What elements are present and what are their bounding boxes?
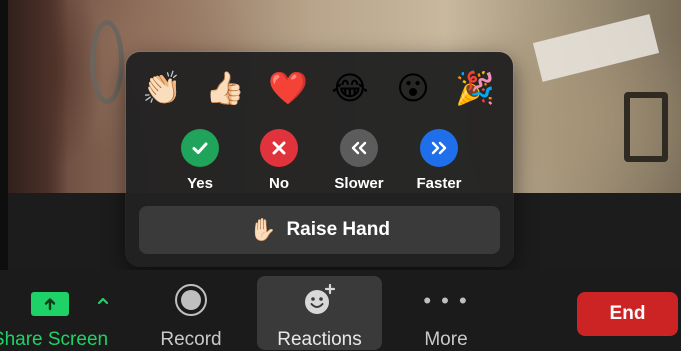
video-background-paper [532,14,660,82]
rewind-icon [340,129,378,167]
feedback-slower-button[interactable]: Slower [319,129,399,199]
feedback-no-button[interactable]: No [239,129,319,199]
end-meeting-button[interactable]: End [577,292,678,336]
raised-hand-icon: ✋🏻 [249,217,277,242]
fast-forward-icon [420,129,458,167]
share-screen-up-arrow-icon [31,292,69,316]
party-popper-icon[interactable]: 🎉 [453,66,497,110]
surprised-face-icon[interactable]: 😮 [391,66,435,110]
record-label: Record [160,329,222,350]
smiley-plus-icon [302,282,338,316]
feedback-yes-label: Yes [187,175,213,192]
x-icon [260,129,298,167]
feedback-faster-button[interactable]: Faster [399,129,479,199]
video-background-frame [624,92,668,162]
video-earring [90,20,124,104]
video-person-hair [8,0,68,193]
clapping-hands-icon[interactable]: 👏🏻 [140,66,184,110]
feedback-slower-label: Slower [334,175,384,192]
record-button[interactable]: Record [148,276,234,350]
share-screen-label: Share Screen [0,329,109,350]
record-icon [175,284,207,316]
raise-hand-button[interactable]: ✋🏻 Raise Hand [139,206,500,254]
share-screen-button[interactable]: Share Screen [0,276,130,350]
checkmark-icon [181,129,219,167]
more-label: More [424,329,468,350]
red-heart-icon[interactable]: ❤️ [266,66,310,110]
more-button[interactable]: • • • More [410,276,482,351]
reactions-popup: 👏🏻 👍🏻 ❤️ 😂 😮 🎉 Yes No Slower Faster ✋🏻 R… [126,52,513,266]
feedback-faster-label: Faster [416,175,462,192]
meeting-toolbar: Share Screen Record Reactions • • • More… [0,270,681,350]
feedback-no-label: No [269,175,289,192]
reactions-label: Reactions [277,329,362,350]
chevron-up-icon[interactable] [94,292,112,310]
ellipsis-icon: • • • [423,288,469,313]
feedback-yes-button[interactable]: Yes [160,129,240,199]
tears-of-joy-icon[interactable]: 😂 [328,66,372,110]
raise-hand-label: Raise Hand [286,219,390,240]
reactions-button[interactable]: Reactions [257,276,382,350]
thumbs-up-icon[interactable]: 👍🏻 [203,66,247,110]
